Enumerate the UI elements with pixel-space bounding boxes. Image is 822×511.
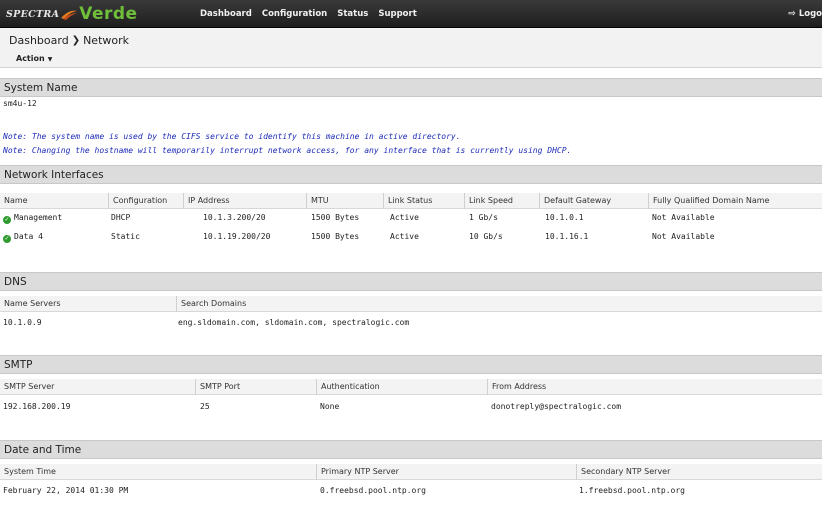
col-name-servers[interactable]: Name Servers (0, 296, 61, 312)
ip-address-cell: 10.1.3.200/20 (203, 213, 266, 222)
nav-dashboard[interactable]: Dashboard (200, 9, 252, 19)
network-interfaces-header-row: Name Configuration IP Address MTU Link S… (0, 193, 822, 209)
col-mtu[interactable]: MTU (306, 193, 329, 209)
logout-link[interactable]: ⇨ Logo (788, 0, 822, 28)
col-name[interactable]: Name (0, 193, 28, 209)
main-nav: Dashboard Configuration Status Support (200, 0, 427, 28)
nav-configuration[interactable]: Configuration (262, 9, 327, 19)
section-header-date-time: Date and Time (0, 440, 822, 459)
dns-header-row: Name Servers Search Domains (0, 296, 822, 312)
col-system-time[interactable]: System Time (0, 464, 56, 480)
smtp-header-row: SMTP Server SMTP Port Authentication Fro… (0, 379, 822, 395)
fqdn-cell: Not Available (652, 213, 715, 222)
nav-status[interactable]: Status (337, 9, 368, 19)
breadcrumb-bar: Dashboard ❯ Network Action ▼ (0, 28, 822, 68)
top-bar: SPECTRA Verde Dashboard Configuration St… (0, 0, 822, 28)
col-link-status[interactable]: Link Status (383, 193, 432, 209)
link-speed-cell: 10 Gb/s (469, 232, 503, 241)
col-secondary-ntp[interactable]: Secondary NTP Server (576, 464, 670, 480)
col-configuration[interactable]: Configuration (108, 193, 167, 209)
system-time-cell: February 22, 2014 01:30 PM (3, 486, 129, 495)
interface-name-cell: ✓ Data 4 (3, 232, 43, 243)
col-fqdn[interactable]: Fully Qualified Domain Name (648, 193, 769, 209)
col-from-address[interactable]: From Address (487, 379, 546, 395)
configuration-cell: Static (111, 232, 140, 241)
interface-name-cell: ✓ Management (3, 213, 63, 224)
check-circle-icon: ✓ (3, 216, 11, 224)
mtu-cell: 1500 Bytes (311, 213, 360, 222)
section-header-smtp: SMTP (0, 355, 822, 374)
col-default-gateway[interactable]: Default Gateway (539, 193, 611, 209)
note-cifs: Note: The system name is used by the CIF… (3, 132, 461, 141)
col-smtp-server[interactable]: SMTP Server (0, 379, 54, 395)
section-header-network-interfaces: Network Interfaces (0, 165, 822, 184)
smtp-server-cell: 192.168.200.19 (3, 402, 71, 411)
search-domains-cell: eng.sldomain.com, sldomain.com, spectral… (178, 318, 410, 327)
col-primary-ntp[interactable]: Primary NTP Server (316, 464, 399, 480)
smtp-port-cell: 25 (200, 402, 210, 411)
link-status-cell: Active (390, 213, 419, 222)
fqdn-cell: Not Available (652, 232, 715, 241)
from-address-cell: donotreply@spectralogic.com (491, 402, 622, 411)
action-menu-button[interactable]: Action ▼ (16, 54, 52, 63)
nav-support[interactable]: Support (378, 9, 416, 19)
secondary-ntp-cell: 1.freebsd.pool.ntp.org (579, 486, 685, 495)
name-servers-cell: 10.1.0.9 (3, 318, 42, 327)
breadcrumb-dashboard[interactable]: Dashboard (9, 34, 69, 47)
col-ip-address[interactable]: IP Address (183, 193, 230, 209)
note-hostname: Note: Changing the hostname will tempora… (3, 146, 572, 155)
authentication-cell: None (320, 402, 340, 411)
gateway-cell: 10.1.0.1 (545, 213, 584, 222)
action-label: Action (16, 54, 45, 63)
datetime-header-row: System Time Primary NTP Server Secondary… (0, 464, 822, 480)
logo-swoosh-icon (61, 10, 78, 20)
section-header-dns: DNS (0, 272, 822, 291)
link-speed-cell: 1 Gb/s (469, 213, 498, 222)
logo-spectra-text: SPECTRA (6, 8, 60, 20)
chevron-right-icon: ❯ (71, 35, 81, 46)
gateway-cell: 10.1.16.1 (545, 232, 589, 241)
system-name-value: sm4u-12 (3, 99, 37, 108)
mtu-cell: 1500 Bytes (311, 232, 360, 241)
breadcrumb: Dashboard ❯ Network (9, 34, 129, 47)
section-header-system-name: System Name (0, 78, 822, 97)
configuration-cell: DHCP (111, 213, 131, 222)
col-smtp-port[interactable]: SMTP Port (195, 379, 240, 395)
logout-icon: ⇨ (788, 9, 796, 19)
col-link-speed[interactable]: Link Speed (464, 193, 513, 209)
logo-verde-text: Verde (79, 4, 138, 24)
caret-down-icon: ▼ (47, 56, 53, 63)
ip-address-cell: 10.1.19.200/20 (203, 232, 271, 241)
logout-label: Logo (798, 9, 822, 19)
primary-ntp-cell: 0.freebsd.pool.ntp.org (320, 486, 426, 495)
breadcrumb-network: Network (83, 34, 130, 47)
col-search-domains[interactable]: Search Domains (176, 296, 246, 312)
spectra-verde-logo[interactable]: SPECTRA Verde (6, 3, 138, 25)
check-circle-icon: ✓ (3, 235, 11, 243)
col-authentication[interactable]: Authentication (316, 379, 380, 395)
link-status-cell: Active (390, 232, 419, 241)
